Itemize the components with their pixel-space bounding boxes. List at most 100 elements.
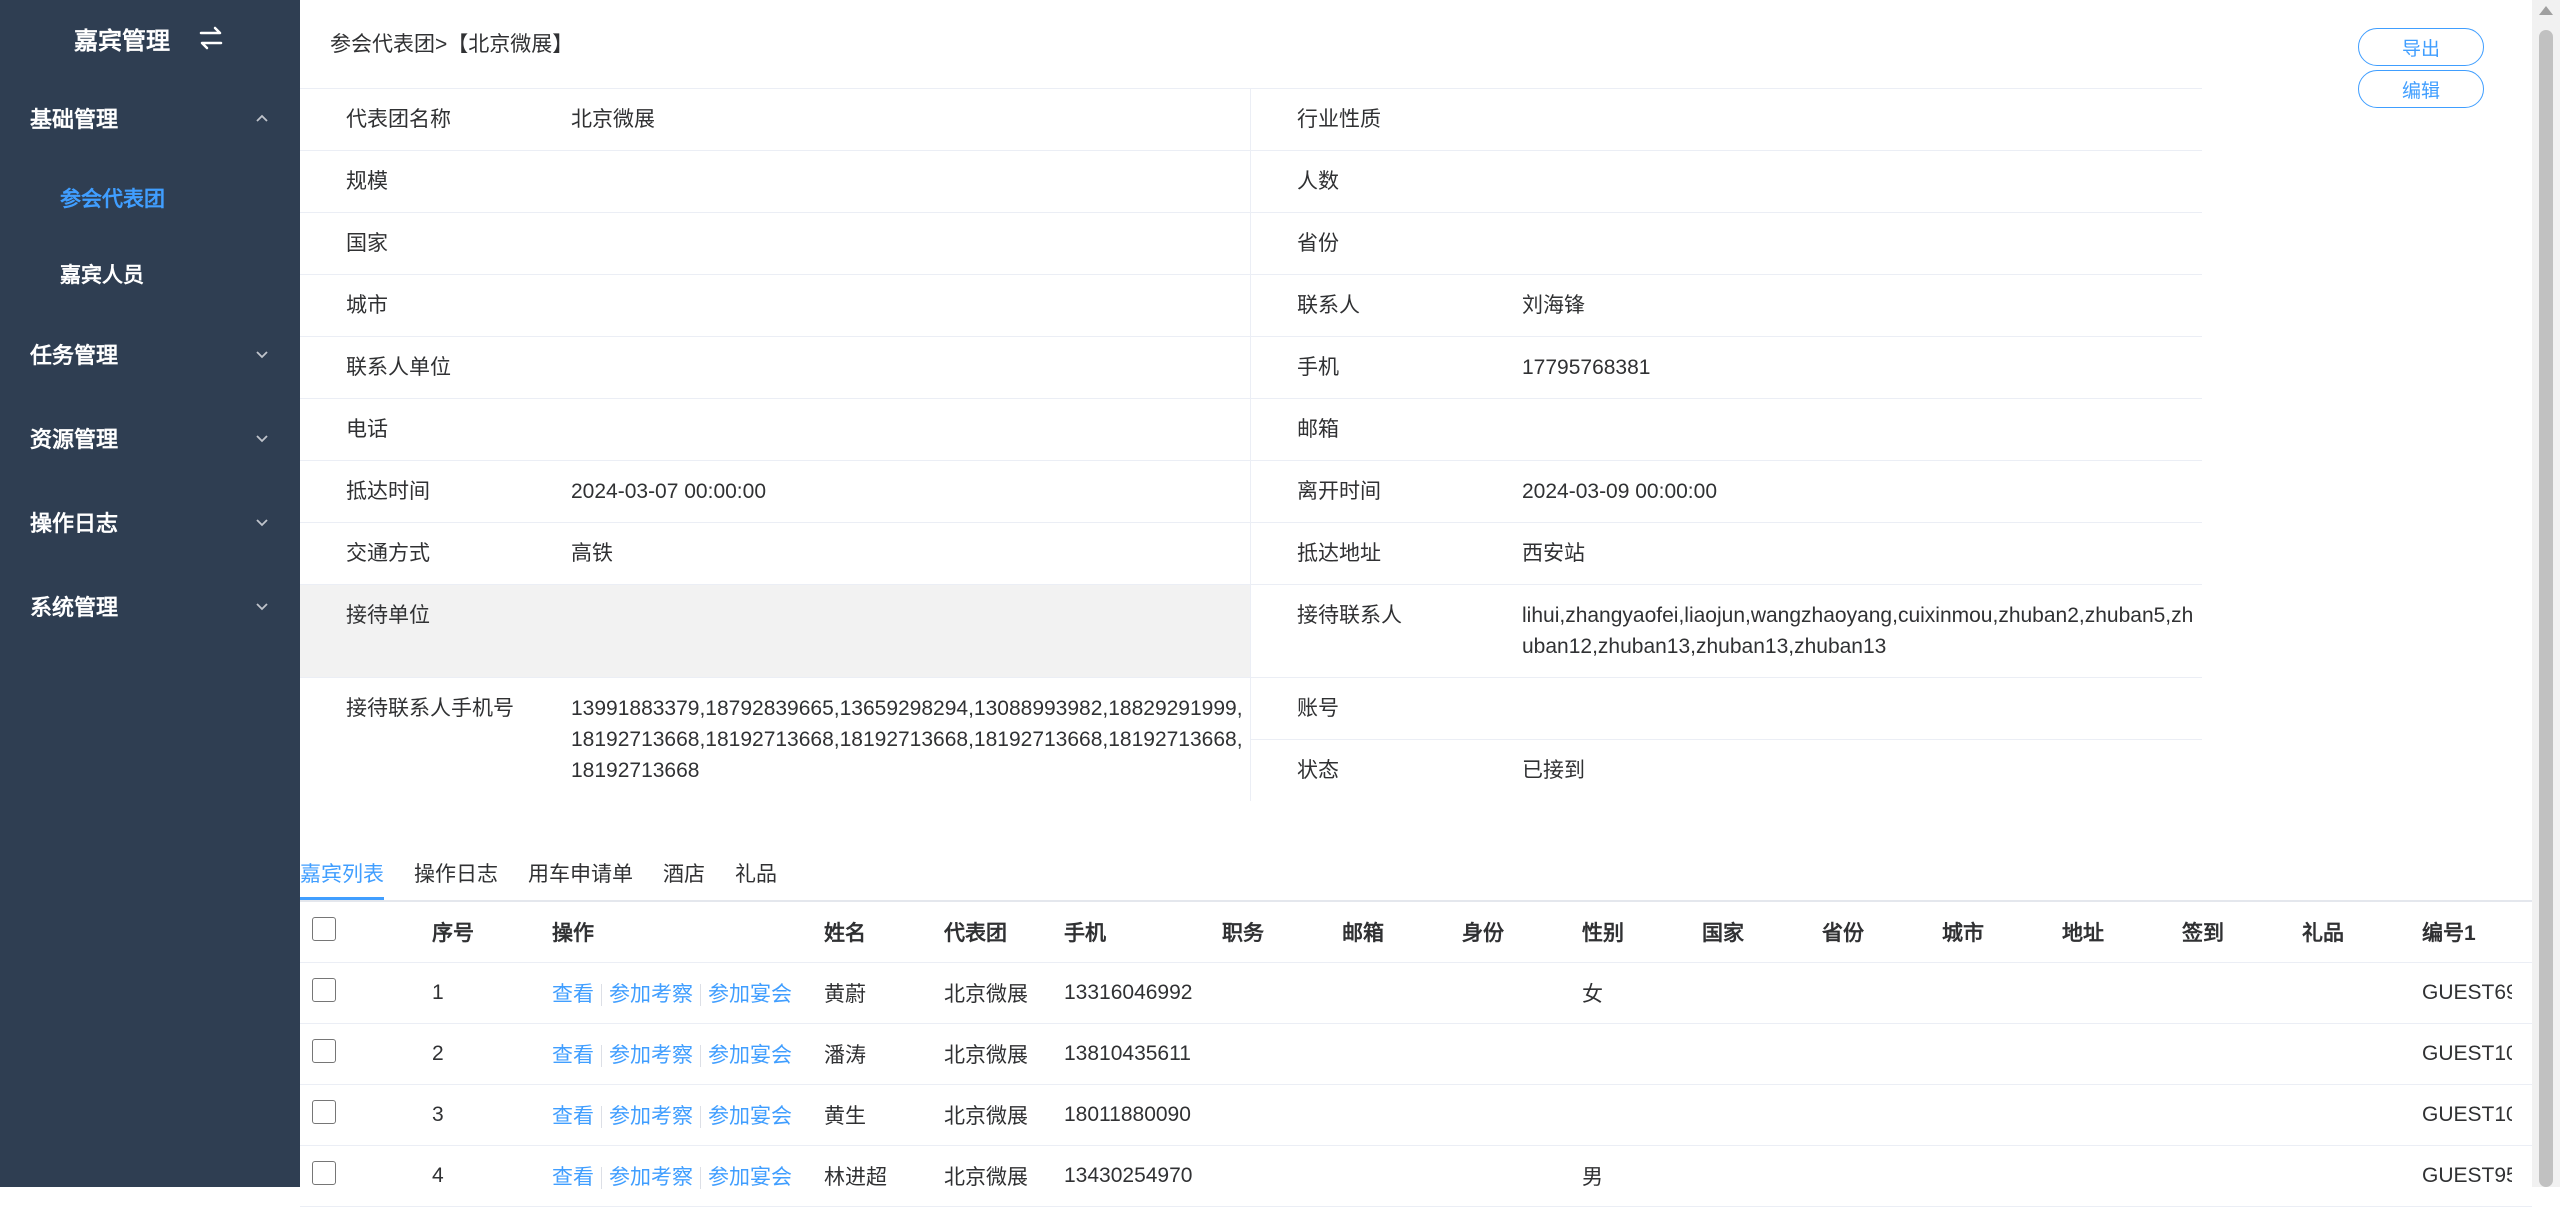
select-all-checkbox[interactable] <box>312 917 336 941</box>
cell-no: 3 <box>432 1103 444 1126</box>
cell-ops: 查看 参加考察 参加宴会 <box>540 978 812 1008</box>
sidebar-item-label: 参会代表团 <box>60 188 165 211</box>
info-label: 交通方式 <box>346 542 430 565</box>
info-value: lihui,zhangyaofei,liaojun,wangzhaoyang,c… <box>1522 604 2194 658</box>
cell-gender: 女 <box>1582 983 1603 1006</box>
menu-group-label: 资源管理 <box>30 427 119 452</box>
detail-tabs: 嘉宾列表 操作日志 用车申请单 酒店 礼品 <box>300 858 807 900</box>
cell-group: 北京微展 <box>944 1105 1028 1128</box>
guest-table: 序号 操作 姓名 代表团 手机 职务 邮箱 身份 性别 国家 省份 城市 地址 … <box>300 902 2532 1207</box>
info-row: 电话 邮箱 <box>300 398 2202 460</box>
row-checkbox[interactable] <box>312 1039 336 1063</box>
breadcrumb: 参会代表团>【北京微展】 <box>330 33 574 56</box>
column-header: 身份 <box>1462 922 1504 945</box>
menu-group-label: 系统管理 <box>30 595 119 620</box>
cell-no: 2 <box>432 1042 444 1065</box>
sidebar-item-delegation[interactable]: 参会代表团 <box>0 160 300 236</box>
menu-group-system[interactable]: 系统管理 <box>0 564 300 648</box>
app-title: 嘉宾管理 <box>74 27 170 55</box>
menu-group-log[interactable]: 操作日志 <box>0 480 300 564</box>
scroll-up-icon[interactable] <box>2539 6 2553 15</box>
sidebar-item-label: 嘉宾人员 <box>60 264 144 287</box>
column-header: 邮箱 <box>1342 922 1384 945</box>
menu-group-resource[interactable]: 资源管理 <box>0 396 300 480</box>
join-banquet-link[interactable]: 参加宴会 <box>708 1166 792 1189</box>
row-checkbox[interactable] <box>312 978 336 1002</box>
sidebar: 嘉宾管理 基础管理 参会代表团 嘉宾人员 任务管理 资源管理 操作日志 系统管理 <box>0 0 300 1187</box>
sidebar-item-guests[interactable]: 嘉宾人员 <box>0 236 300 312</box>
cell-name: 潘涛 <box>824 1044 866 1067</box>
info-label: 邮箱 <box>1297 418 1339 441</box>
info-row: 代表团名称 北京微展 行业性质 <box>300 88 2202 150</box>
cell-code: GUEST103 <box>2422 1103 2512 1126</box>
main-content: 参会代表团>【北京微展】 导出 编辑 代表团名称 北京微展 行业性质 规模 人数 … <box>300 0 2532 1207</box>
tab-car-request[interactable]: 用车申请单 <box>528 858 663 900</box>
view-link[interactable]: 查看 <box>552 1105 594 1128</box>
scrollbar-thumb[interactable] <box>2539 30 2553 1187</box>
join-inspection-link[interactable]: 参加考察 <box>609 1044 693 1067</box>
delegation-info-table: 代表团名称 北京微展 行业性质 规模 人数 国家 省份 城市 联系人 刘海锋 联系人… <box>300 88 2202 801</box>
column-header: 地址 <box>2062 922 2104 945</box>
export-button[interactable]: 导出 <box>2358 28 2484 66</box>
menu-group-label: 任务管理 <box>30 343 119 368</box>
info-label: 人数 <box>1297 170 1339 193</box>
info-value: 刘海锋 <box>1522 294 1585 317</box>
column-header: 职务 <box>1222 922 1264 945</box>
sidebar-header: 嘉宾管理 <box>0 0 300 76</box>
row-checkbox[interactable] <box>312 1100 336 1124</box>
menu-group-basic[interactable]: 基础管理 <box>0 76 300 160</box>
table-row: 1 查看 参加考察 参加宴会 黄蔚 北京微展 13316046992 女 GUEST… <box>300 963 2532 1024</box>
menu-group-task[interactable]: 任务管理 <box>0 312 300 396</box>
info-value: 13991883379,18792839665,13659298294,1308… <box>571 697 1243 782</box>
join-inspection-link[interactable]: 参加考察 <box>609 1166 693 1189</box>
cell-group: 北京微展 <box>944 1044 1028 1067</box>
join-banquet-link[interactable]: 参加宴会 <box>708 1105 792 1128</box>
join-inspection-link[interactable]: 参加考察 <box>609 983 693 1006</box>
cell-phone: 13316046992 <box>1064 981 1193 1004</box>
tab-hotel[interactable]: 酒店 <box>663 858 735 900</box>
chevron-down-icon <box>256 519 268 527</box>
edit-button[interactable]: 编辑 <box>2358 70 2484 108</box>
info-row: 接待单位 接待联系人 lihui,zhangyaofei,liaojun,wang… <box>300 584 2202 677</box>
info-value: 高铁 <box>571 542 613 565</box>
info-value <box>1522 678 2202 739</box>
info-label: 账号 <box>1297 697 1339 720</box>
tab-gift[interactable]: 礼品 <box>735 858 807 900</box>
tab-guest-list[interactable]: 嘉宾列表 <box>300 858 414 900</box>
tab-operation-log[interactable]: 操作日志 <box>414 858 528 900</box>
info-value: 西安站 <box>1522 542 1585 565</box>
view-link[interactable]: 查看 <box>552 1166 594 1189</box>
column-header: 序号 <box>432 922 474 945</box>
swap-icon[interactable] <box>196 23 226 53</box>
info-value: 北京微展 <box>571 108 655 131</box>
info-value <box>571 337 1250 398</box>
cell-ops: 查看 参加考察 参加宴会 <box>540 1039 812 1069</box>
column-header: 性别 <box>1582 922 1624 945</box>
cell-code: GUEST699 <box>2422 981 2512 1004</box>
info-value: 2024-03-09 00:00:00 <box>1522 480 1717 503</box>
cell-name: 黄生 <box>824 1105 866 1128</box>
cell-code: GUEST103 <box>2422 1042 2512 1065</box>
cell-phone: 18011880090 <box>1064 1103 1191 1126</box>
join-inspection-link[interactable]: 参加考察 <box>609 1105 693 1128</box>
join-banquet-link[interactable]: 参加宴会 <box>708 983 792 1006</box>
info-value <box>1522 151 2202 212</box>
info-label: 行业性质 <box>1297 108 1381 131</box>
column-header: 姓名 <box>824 922 866 945</box>
info-row: 城市 联系人 刘海锋 <box>300 274 2202 336</box>
chevron-up-icon <box>256 114 268 122</box>
join-banquet-link[interactable]: 参加宴会 <box>708 1044 792 1067</box>
info-label: 接待联系人手机号 <box>346 697 514 720</box>
info-row: 抵达时间 2024-03-07 00:00:00 离开时间 2024-03-09 0… <box>300 460 2202 522</box>
chevron-down-icon <box>256 603 268 611</box>
info-label: 国家 <box>346 232 388 255</box>
info-label: 联系人 <box>1297 294 1360 317</box>
view-link[interactable]: 查看 <box>552 1044 594 1067</box>
view-link[interactable]: 查看 <box>552 983 594 1006</box>
column-header: 编号1 <box>2422 922 2476 945</box>
chevron-down-icon <box>256 435 268 443</box>
info-label: 抵达时间 <box>346 480 430 503</box>
table-row: 2 查看 参加考察 参加宴会 潘涛 北京微展 13810435611 GUEST10… <box>300 1024 2532 1085</box>
info-value <box>571 151 1250 212</box>
row-checkbox[interactable] <box>312 1161 336 1185</box>
